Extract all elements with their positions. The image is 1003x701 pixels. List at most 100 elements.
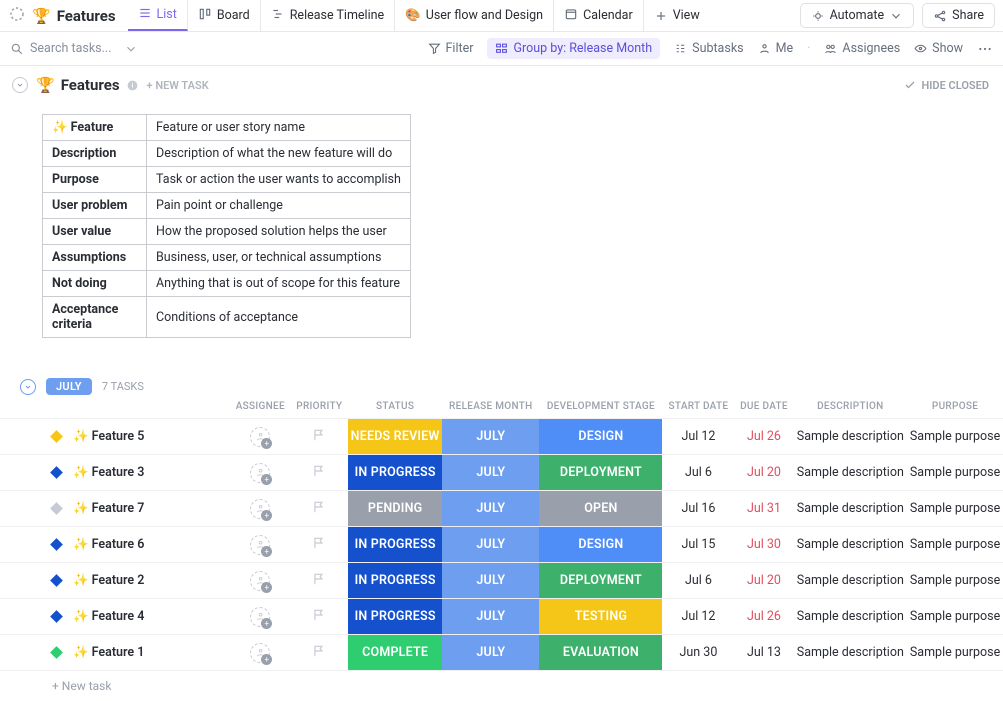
start-date-cell[interactable]: Jul 16 bbox=[662, 491, 734, 527]
tab-board[interactable]: Board bbox=[188, 0, 261, 31]
me-button[interactable]: Me bbox=[758, 41, 794, 56]
priority-cell[interactable] bbox=[291, 635, 348, 671]
dev-stage-cell[interactable]: TESTING bbox=[539, 599, 662, 635]
task-name-cell[interactable]: ✨ Feature 7 bbox=[0, 491, 230, 527]
task-row[interactable]: ✨ Feature 7 PENDINGJULYOPENJul 16Jul 31Sa… bbox=[0, 491, 1003, 527]
task-row[interactable]: ✨ Feature 3IN PROGRESSJULYDEPLOYMENTJul … bbox=[0, 455, 1003, 491]
assignee-placeholder-icon[interactable] bbox=[250, 499, 270, 519]
due-date-cell[interactable]: Jul 30 bbox=[734, 527, 793, 563]
show-button[interactable]: Show bbox=[914, 41, 963, 56]
purpose-cell[interactable]: Sample purpose bbox=[907, 563, 1003, 599]
description-cell[interactable]: Sample description bbox=[794, 455, 908, 491]
purpose-cell[interactable]: Sample purpose bbox=[907, 527, 1003, 563]
dev-stage-cell[interactable]: DESIGN bbox=[539, 527, 662, 563]
description-cell[interactable]: Sample description bbox=[794, 491, 908, 527]
task-name-cell[interactable]: ✨ Feature 1 bbox=[0, 635, 230, 671]
assignee-cell[interactable] bbox=[230, 527, 291, 563]
priority-cell[interactable] bbox=[291, 563, 348, 599]
tab-user-flow-and-design[interactable]: 🎨User flow and Design bbox=[395, 0, 554, 31]
assignee-cell[interactable] bbox=[230, 563, 291, 599]
flag-icon[interactable] bbox=[312, 539, 326, 554]
due-date-cell[interactable]: Jul 26 bbox=[734, 419, 793, 455]
due-date-cell[interactable]: Jul 31 bbox=[734, 491, 793, 527]
task-name-cell[interactable]: ✨ Feature 4 bbox=[0, 599, 230, 635]
assignee-placeholder-icon[interactable] bbox=[250, 571, 270, 591]
hide-closed-button[interactable]: HIDE CLOSED bbox=[904, 79, 989, 92]
column-header[interactable]: RELEASE MONTH bbox=[442, 395, 539, 419]
task-row[interactable]: ✨ Feature 5NEEDS REVIEWJULYDESIGNJul 12J… bbox=[0, 419, 1003, 455]
dev-stage-cell[interactable]: DEPLOYMENT bbox=[539, 455, 662, 491]
collapse-group-button[interactable] bbox=[20, 379, 36, 395]
task-row[interactable]: ✨ Feature 4IN PROGRESSJULYTESTINGJul 12J… bbox=[0, 599, 1003, 635]
release-month-cell[interactable]: JULY bbox=[442, 491, 539, 527]
status-cell[interactable]: COMPLETE bbox=[348, 635, 442, 671]
assignee-cell[interactable] bbox=[230, 635, 291, 671]
priority-cell[interactable] bbox=[291, 491, 348, 527]
assignee-cell[interactable] bbox=[230, 455, 291, 491]
task-row[interactable]: ✨ Feature 2IN PROGRESSJULYDEPLOYMENTJul … bbox=[0, 563, 1003, 599]
due-date-cell[interactable]: Jul 26 bbox=[734, 599, 793, 635]
purpose-cell[interactable]: Sample purpose bbox=[907, 635, 1003, 671]
collapse-section-button[interactable] bbox=[12, 77, 28, 93]
due-date-cell[interactable]: Jul 20 bbox=[734, 455, 793, 491]
release-month-cell[interactable]: JULY bbox=[442, 563, 539, 599]
release-month-cell[interactable]: JULY bbox=[442, 635, 539, 671]
start-date-cell[interactable]: Jul 15 bbox=[662, 527, 734, 563]
flag-icon[interactable] bbox=[312, 431, 326, 446]
column-header[interactable]: ASSIGNEE bbox=[230, 395, 291, 419]
chevron-down-icon[interactable] bbox=[124, 42, 138, 56]
start-date-cell[interactable]: Jul 12 bbox=[662, 599, 734, 635]
tab-calendar[interactable]: Calendar bbox=[554, 0, 644, 31]
priority-cell[interactable] bbox=[291, 455, 348, 491]
assignee-placeholder-icon[interactable] bbox=[250, 607, 270, 627]
assignee-placeholder-icon[interactable] bbox=[250, 427, 270, 447]
filter-button[interactable]: Filter bbox=[428, 41, 474, 56]
task-row[interactable]: ✨ Feature 1 COMPLETEJULYEVALUATIONJun 30J… bbox=[0, 635, 1003, 671]
description-cell[interactable]: Sample description bbox=[794, 563, 908, 599]
share-button[interactable]: Share bbox=[922, 3, 995, 28]
tab-release-timeline[interactable]: Release Timeline bbox=[261, 0, 395, 31]
group-label[interactable]: JULY bbox=[46, 378, 92, 395]
start-date-cell[interactable]: Jul 12 bbox=[662, 419, 734, 455]
dev-stage-cell[interactable]: OPEN bbox=[539, 491, 662, 527]
description-cell[interactable]: Sample description bbox=[794, 419, 908, 455]
dev-stage-cell[interactable]: EVALUATION bbox=[539, 635, 662, 671]
tab-list[interactable]: List bbox=[128, 0, 188, 31]
flag-icon[interactable] bbox=[312, 575, 326, 590]
due-date-cell[interactable]: Jul 13 bbox=[734, 635, 793, 671]
column-header[interactable]: START DATE bbox=[662, 395, 734, 419]
new-task-button[interactable]: + NEW TASK bbox=[147, 79, 209, 92]
priority-cell[interactable] bbox=[291, 527, 348, 563]
status-cell[interactable]: PENDING bbox=[348, 491, 442, 527]
description-cell[interactable]: Sample description bbox=[794, 527, 908, 563]
assignee-cell[interactable] bbox=[230, 491, 291, 527]
task-name-cell[interactable]: ✨ Feature 2 bbox=[0, 563, 230, 599]
groupby-button[interactable]: Group by: Release Month bbox=[487, 38, 660, 59]
due-date-cell[interactable]: Jul 20 bbox=[734, 563, 793, 599]
more-icon[interactable] bbox=[977, 41, 993, 57]
task-name-cell[interactable]: ✨ Feature 5 bbox=[0, 419, 230, 455]
release-month-cell[interactable]: JULY bbox=[442, 455, 539, 491]
info-icon[interactable]: i bbox=[126, 79, 139, 92]
start-date-cell[interactable]: Jul 6 bbox=[662, 455, 734, 491]
flag-icon[interactable] bbox=[312, 503, 326, 518]
priority-cell[interactable] bbox=[291, 419, 348, 455]
task-row[interactable]: ✨ Feature 6 IN PROGRESSJULYDESIGNJul 15Ju… bbox=[0, 527, 1003, 563]
priority-cell[interactable] bbox=[291, 599, 348, 635]
status-cell[interactable]: IN PROGRESS bbox=[348, 455, 442, 491]
dev-stage-cell[interactable]: DEPLOYMENT bbox=[539, 563, 662, 599]
column-header[interactable]: STATUS bbox=[348, 395, 442, 419]
release-month-cell[interactable]: JULY bbox=[442, 527, 539, 563]
start-date-cell[interactable]: Jun 30 bbox=[662, 635, 734, 671]
description-cell[interactable]: Sample description bbox=[794, 635, 908, 671]
assignees-button[interactable]: Assignees bbox=[824, 41, 900, 56]
dev-stage-cell[interactable]: DESIGN bbox=[539, 419, 662, 455]
description-cell[interactable]: Sample description bbox=[794, 599, 908, 635]
add-view-button[interactable]: View bbox=[644, 0, 710, 31]
status-cell[interactable]: NEEDS REVIEW bbox=[348, 419, 442, 455]
task-name-cell[interactable]: ✨ Feature 6 bbox=[0, 527, 230, 563]
assignee-cell[interactable] bbox=[230, 599, 291, 635]
column-header[interactable]: DESCRIPTION bbox=[794, 395, 908, 419]
purpose-cell[interactable]: Sample purpose bbox=[907, 455, 1003, 491]
status-cell[interactable]: IN PROGRESS bbox=[348, 527, 442, 563]
